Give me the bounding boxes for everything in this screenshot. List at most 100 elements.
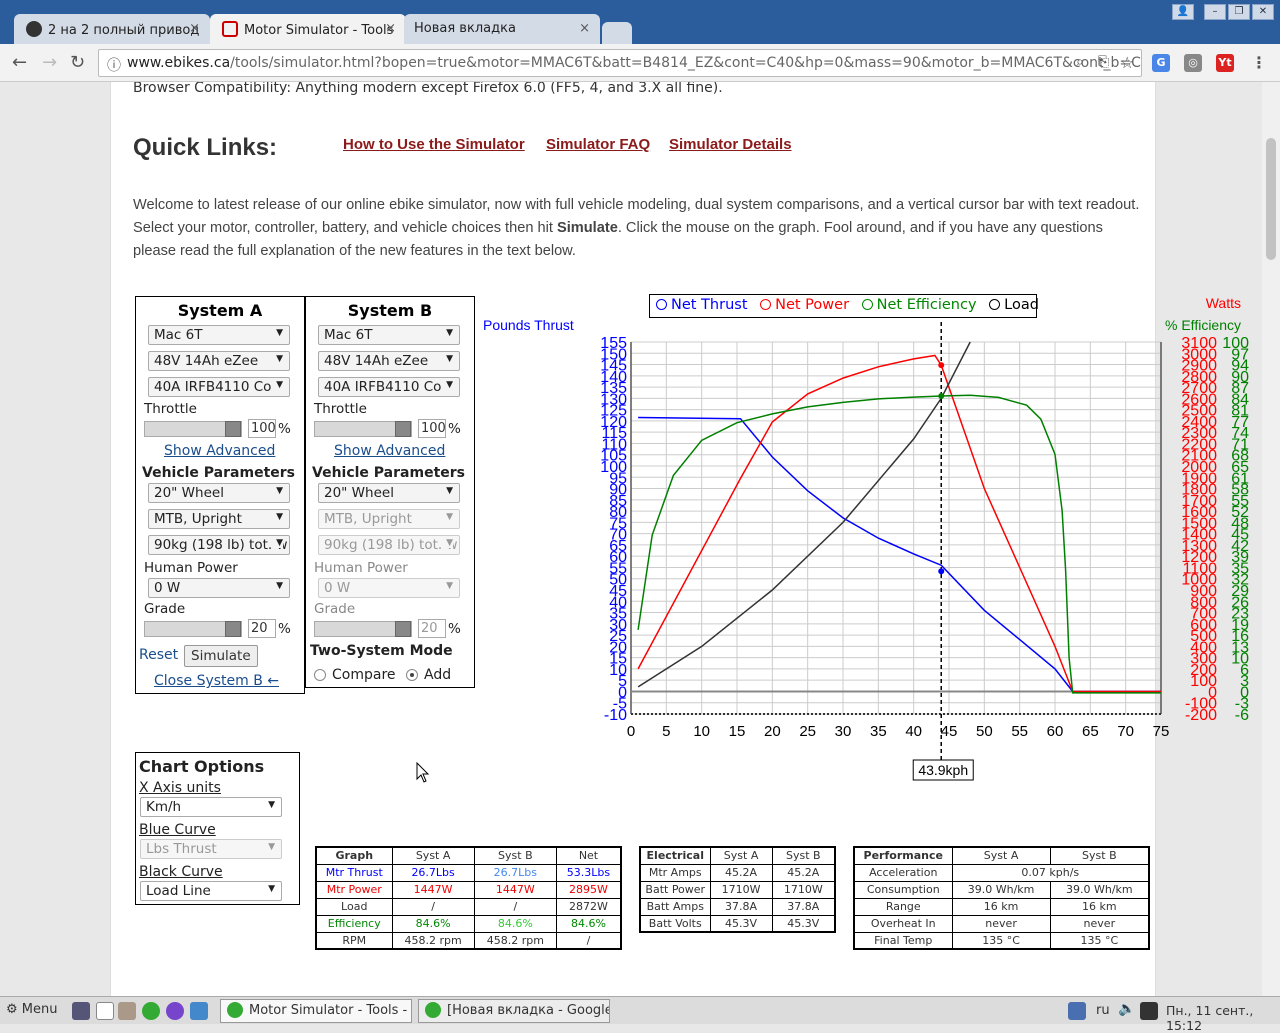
- dropdown-arrow-icon: ▼: [446, 538, 453, 548]
- system-b-panel: System B Mac 6T ▼ 48V 14Ah eZee ▼ 40A IRFB…: [305, 296, 475, 688]
- tab-new-tab[interactable]: Новая вкладка ×: [404, 14, 600, 44]
- slider-knob[interactable]: [225, 621, 241, 637]
- monitor-icon[interactable]: [190, 1002, 208, 1020]
- throttle-input[interactable]: 100: [248, 419, 276, 438]
- back-button[interactable]: ←: [12, 52, 27, 73]
- taskbar-item-new-tab[interactable]: [Новая вкладка - Google ...: [418, 999, 610, 1023]
- browser-toolbar: ← → ↻ ⓘ www.ebikes.ca/tools/simulator.ht…: [0, 44, 1280, 82]
- maximize-button[interactable]: ❐: [1228, 4, 1250, 20]
- keyboard-layout[interactable]: ru: [1096, 1003, 1110, 1018]
- compare-radio[interactable]: [314, 669, 326, 681]
- select-value: Mac 6T: [154, 327, 203, 343]
- close-icon[interactable]: ×: [385, 21, 396, 36]
- row-label: Overheat In: [853, 914, 953, 933]
- bookmark-star-icon[interactable]: ☆: [1120, 53, 1134, 72]
- google-translate-icon[interactable]: G: [1152, 54, 1170, 72]
- viber-icon[interactable]: [166, 1002, 184, 1020]
- row-label: Mtr Power: [315, 880, 393, 899]
- x-tick-label: 65: [1082, 723, 1099, 740]
- taskbar-item-simulator[interactable]: Motor Simulator - Tools - ...: [220, 999, 412, 1023]
- reset-link[interactable]: Reset: [139, 647, 178, 663]
- controller-select[interactable]: 40A IRFB4110 Co ▼: [318, 377, 460, 397]
- cell-a: 1710W: [709, 880, 773, 899]
- cell-b: 1710W: [771, 880, 836, 899]
- human-power-select[interactable]: 0 W ▼: [148, 578, 290, 598]
- address-bar[interactable]: ⓘ www.ebikes.ca/tools/simulator.html?bop…: [98, 49, 1142, 77]
- human-power-select: 0 W ▼: [318, 578, 460, 598]
- app-icon[interactable]: [118, 1002, 136, 1020]
- files-icon[interactable]: [96, 1002, 114, 1020]
- simulation-chart[interactable]: -10-505101520253035404550556065707580859…: [473, 295, 1249, 808]
- chrome-icon[interactable]: [142, 1002, 160, 1020]
- table-row: Final Temp 135 °C 135 °C: [853, 931, 1150, 950]
- series-line-net-power: [637, 354, 1161, 693]
- show-desktop-icon[interactable]: [72, 1002, 90, 1020]
- scrollbar-thumb[interactable]: [1266, 138, 1276, 260]
- volume-icon[interactable]: 🔈: [1118, 1001, 1135, 1017]
- slider-knob[interactable]: [395, 421, 411, 437]
- details-link[interactable]: Simulator Details: [669, 136, 792, 153]
- extension-icon[interactable]: ◎: [1184, 54, 1202, 72]
- throttle-input[interactable]: 100: [418, 419, 446, 438]
- menu-button[interactable]: ⚙ Menu: [6, 1002, 58, 1017]
- network-icon[interactable]: [1140, 1002, 1158, 1020]
- close-icon[interactable]: ×: [579, 21, 590, 36]
- minimize-button[interactable]: –: [1204, 4, 1226, 20]
- tab-motor-simulator[interactable]: Motor Simulator - Tools ×: [210, 14, 406, 44]
- grade-input[interactable]: 20: [248, 619, 276, 638]
- url-host: www.ebikes.ca: [127, 55, 231, 71]
- tab-title: Новая вкладка: [414, 21, 516, 36]
- vertical-scrollbar[interactable]: [1262, 82, 1280, 996]
- motor-select[interactable]: Mac 6T ▼: [148, 325, 290, 345]
- close-system-b-link[interactable]: Close System B ←: [154, 673, 279, 689]
- motor-select[interactable]: Mac 6T ▼: [318, 325, 460, 345]
- task-label: [Новая вкладка - Google ...: [447, 1003, 610, 1018]
- throttle-slider[interactable]: [144, 421, 242, 437]
- shield-icon[interactable]: [1068, 1002, 1086, 1020]
- select-value: 90kg (198 lb) tot. w: [324, 537, 458, 553]
- x-axis-units-select[interactable]: Km/h ▼: [140, 797, 282, 817]
- grade-slider[interactable]: [144, 621, 242, 637]
- faq-link[interactable]: Simulator FAQ: [546, 136, 650, 153]
- translate-icon[interactable]: ⎘: [1098, 54, 1109, 70]
- mass-select[interactable]: 90kg (198 lb) tot. w ▼: [148, 535, 290, 555]
- select-value: Lbs Thrust: [146, 841, 217, 857]
- show-advanced-link[interactable]: Show Advanced: [334, 443, 445, 459]
- close-window-button[interactable]: ✕: [1252, 4, 1274, 20]
- reload-button[interactable]: ↻: [70, 52, 85, 73]
- throttle-label: Throttle: [144, 401, 197, 417]
- slider-knob[interactable]: [225, 421, 241, 437]
- menu-icon[interactable]: ⋮: [1250, 54, 1268, 72]
- battery-select[interactable]: 48V 14Ah eZee ▼: [318, 351, 460, 371]
- throttle-slider[interactable]: [314, 421, 412, 437]
- profile-icon[interactable]: 👤: [1172, 4, 1194, 20]
- tab-title: Motor Simulator - Tools: [244, 23, 394, 38]
- zoom-icon[interactable]: ⌕: [1076, 54, 1084, 70]
- tab-2x2[interactable]: 2 на 2 полный привод ×: [14, 14, 210, 44]
- posture-select[interactable]: MTB, Upright ▼: [148, 509, 290, 529]
- youtube-icon[interactable]: Yt: [1216, 54, 1234, 72]
- cell-net: /: [555, 931, 622, 950]
- wheel-select[interactable]: 20" Wheel ▼: [318, 483, 460, 503]
- simulate-button[interactable]: Simulate: [184, 645, 258, 667]
- table-row: Batt Volts 45.3V 45.3V: [639, 914, 836, 933]
- new-tab-button[interactable]: [602, 22, 632, 44]
- dropdown-arrow-icon: ▼: [268, 842, 275, 852]
- forward-button[interactable]: →: [42, 52, 57, 73]
- add-radio[interactable]: [406, 669, 418, 681]
- controller-select[interactable]: 40A IRFB4110 Co ▼: [148, 377, 290, 397]
- table-header-row: Performance Syst A Syst B: [853, 846, 1150, 865]
- battery-select[interactable]: 48V 14Ah eZee ▼: [148, 351, 290, 371]
- cell-a: 16 km: [951, 897, 1051, 916]
- cell-a: never: [951, 914, 1051, 933]
- welcome-text: Welcome to latest release of our online …: [133, 194, 1143, 263]
- black-curve-select[interactable]: Load Line ▼: [140, 881, 282, 901]
- clock[interactable]: Пн., 11 сент., 15:12: [1166, 1003, 1280, 1033]
- black-curve-label: Black Curve: [139, 864, 223, 880]
- close-icon[interactable]: ×: [189, 21, 200, 36]
- show-advanced-link[interactable]: Show Advanced: [164, 443, 275, 459]
- wheel-select[interactable]: 20" Wheel ▼: [148, 483, 290, 503]
- dropdown-arrow-icon: ▼: [446, 581, 453, 591]
- page-info-icon[interactable]: ⓘ: [107, 55, 121, 75]
- how-to-link[interactable]: How to Use the Simulator: [343, 136, 525, 153]
